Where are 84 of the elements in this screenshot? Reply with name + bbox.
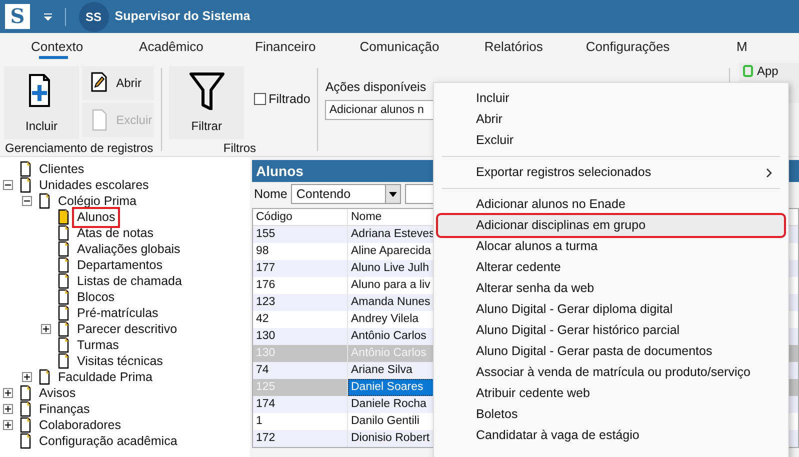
expand-icon[interactable] <box>41 324 51 334</box>
blank-document-icon <box>90 108 108 132</box>
tree-item[interactable]: Clientes <box>37 162 86 176</box>
ribbon-tab[interactable]: M <box>684 33 799 60</box>
table-cell-text: Danilo Gentili <box>350 414 420 429</box>
column-header[interactable]: Nome <box>348 209 434 225</box>
document-pencil-icon <box>90 71 108 95</box>
tree-item[interactable]: Atas de notas <box>75 226 156 240</box>
filter-field-label: Nome <box>254 186 288 203</box>
menu-item[interactable]: Aluno Digital - Gerar diploma digital <box>438 299 784 320</box>
tree-item[interactable]: Alunos <box>75 210 118 224</box>
expand-icon[interactable] <box>3 420 13 430</box>
menu-item[interactable]: Excluir <box>438 130 784 151</box>
collapse-icon[interactable] <box>3 180 13 190</box>
ribbon-tab[interactable]: Acadêmico <box>114 33 228 60</box>
table-cell-text: Aline Aparecida <box>350 244 432 259</box>
tree-item[interactable]: Colaboradores <box>37 418 123 432</box>
tree-item[interactable]: Faculdade Prima <box>56 370 154 384</box>
table-cell: 177 <box>253 260 348 277</box>
table-cell: 155 <box>253 226 348 243</box>
tree-item[interactable]: Pré-matrículas <box>75 306 160 320</box>
table-cell-text: Daniele Rocha <box>350 397 428 412</box>
table-cell-text: Dionisio Robert <box>350 431 431 446</box>
table-cell-text: Antônio Carlos <box>350 329 428 344</box>
expand-icon[interactable] <box>22 372 32 382</box>
menu-item[interactable]: Adicionar disciplinas em grupo <box>438 215 784 236</box>
table-cell: 174 <box>253 396 348 413</box>
menu-item[interactable]: Alocar alunos a turma <box>438 236 784 257</box>
funnel-icon <box>188 72 225 110</box>
tree-item[interactable]: Unidades escolares <box>37 178 151 192</box>
group-label: Filtros <box>222 140 258 157</box>
tree-item[interactable]: Visitas técnicas <box>75 354 165 368</box>
expand-icon[interactable] <box>3 404 13 414</box>
add-button[interactable]: Incluir <box>4 66 79 139</box>
menu-item[interactable]: Alterar cedente <box>438 257 784 278</box>
tree-item[interactable]: Blocos <box>75 290 117 304</box>
tree-item[interactable]: Departamentos <box>75 258 164 272</box>
tree-item[interactable]: Finanças <box>37 402 92 416</box>
filter-button[interactable]: Filtrar <box>169 66 244 139</box>
menu-item[interactable]: Exportar registros selecionados <box>438 162 784 183</box>
tree-item[interactable]: Colégio Prima <box>56 194 139 208</box>
column-header[interactable]: Código <box>253 209 348 225</box>
app-logo: S <box>5 4 30 29</box>
menu-item[interactable]: Adicionar alunos no Enade <box>438 194 784 215</box>
operator-dropdown[interactable]: Contendo <box>291 184 402 204</box>
actions-label: Ações disponíveis <box>325 79 428 96</box>
tree-item[interactable]: Parecer descritivo <box>75 322 180 336</box>
menu-item[interactable]: Aluno Digital - Gerar pasta de documentos <box>438 341 784 362</box>
table-cell-text: Aluno para a liv <box>350 278 432 293</box>
ribbon-tab[interactable]: Relatórios <box>456 33 571 60</box>
ribbon-tab[interactable]: Contexto <box>0 33 114 60</box>
expand-icon[interactable] <box>3 388 13 398</box>
menu-item[interactable]: Atribuir cedente web <box>438 383 784 404</box>
menu-item[interactable]: Alterar senha da web <box>438 278 784 299</box>
table-cell: 123 <box>253 294 348 311</box>
table-cell-text: Adriana Esteves <box>350 227 434 242</box>
collapse-icon[interactable] <box>22 196 32 206</box>
tree-item[interactable]: Listas de chamada <box>75 274 184 288</box>
table-cell-text: Ariane Silva <box>350 363 414 378</box>
table-cell: Daniel Soares <box>348 379 434 396</box>
table-cell-text: Andrey Vilela <box>350 312 420 327</box>
menu-item[interactable]: Aluno Digital - Gerar histórico parcial <box>438 320 784 341</box>
tree-item[interactable]: Avaliações globais <box>75 242 182 256</box>
caret-down-icon <box>389 192 398 196</box>
table-cell-text: Amanda Nunes <box>350 295 432 310</box>
user-name: Supervisor do Sistema <box>114 8 250 26</box>
filter-checkbox[interactable] <box>254 93 266 106</box>
group-label: Gerenciamento de registros <box>4 140 154 157</box>
table-cell: 172 <box>253 430 348 447</box>
open-button[interactable]: Abrir <box>82 66 154 100</box>
dropdown-caret-icon[interactable] <box>42 12 52 20</box>
ribbon-tab[interactable]: Financeiro <box>228 33 342 60</box>
tree-item[interactable]: Avisos <box>37 386 78 400</box>
ribbon-tab[interactable]: Configurações <box>570 33 685 60</box>
tree-item[interactable]: Configuração acadêmica <box>37 434 180 448</box>
checkbox-label: Filtrado <box>268 91 310 108</box>
user-avatar: SS <box>78 2 108 32</box>
tree-item[interactable]: Turmas <box>75 338 121 352</box>
phone-icon <box>743 65 753 77</box>
menu-item[interactable]: Associar à venda de matrícula ou produto/serviço <box>438 362 784 383</box>
menu-item[interactable]: Boletos <box>438 404 784 425</box>
table-cell-text: Aluno Live Julh <box>350 261 430 276</box>
menu-item[interactable]: Candidatar à vaga de estágio <box>438 425 784 446</box>
ribbon-tab[interactable]: Comunicação <box>342 33 457 60</box>
